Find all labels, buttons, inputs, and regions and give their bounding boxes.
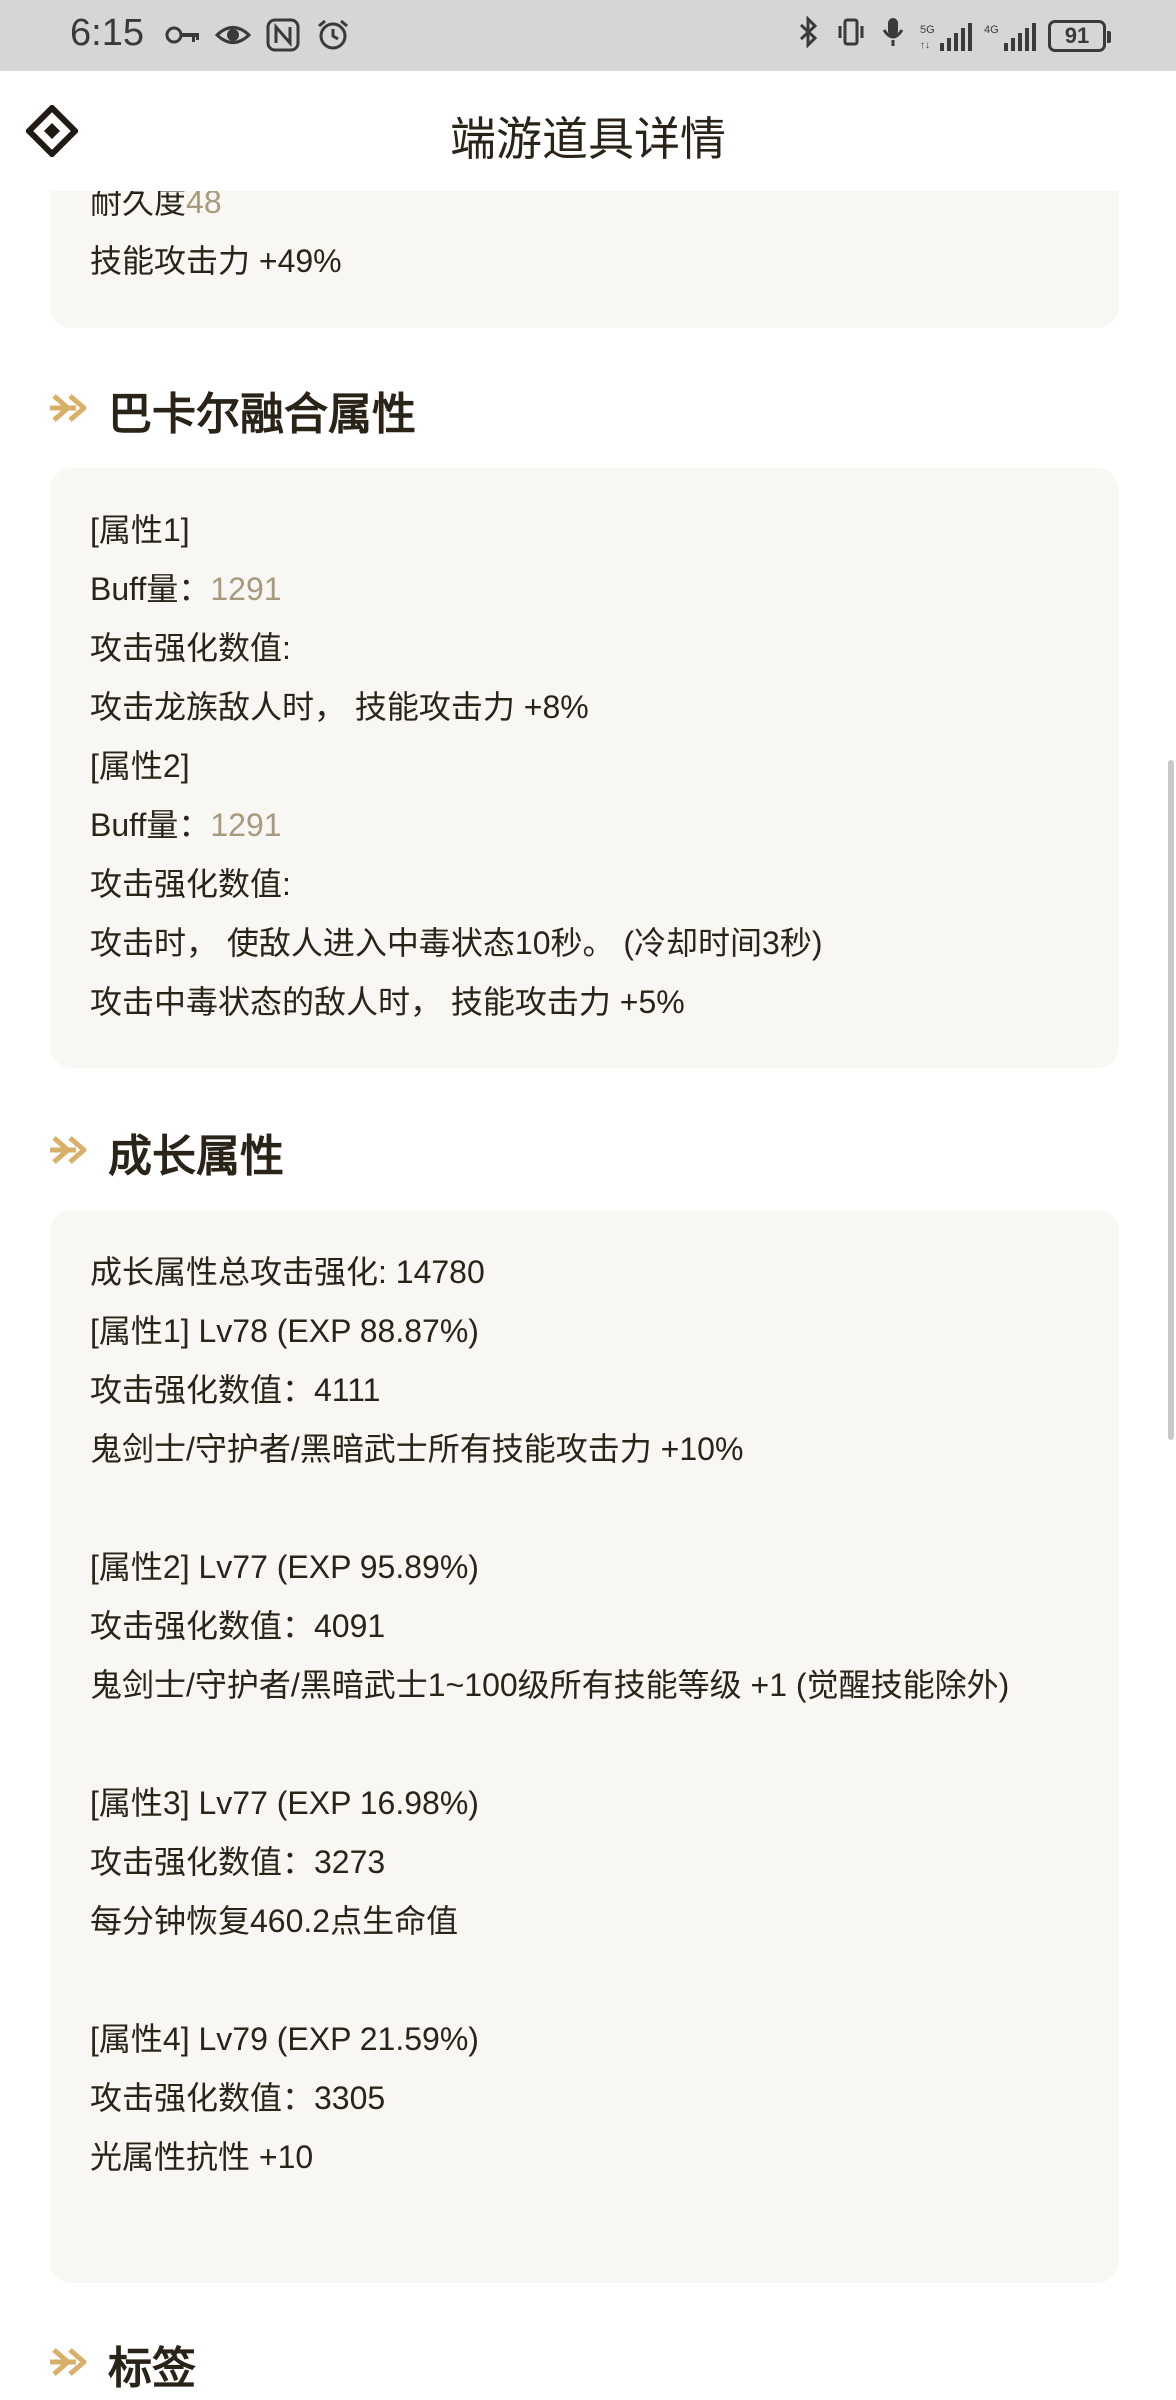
mic-icon (878, 16, 908, 55)
skill-attack-line: 技能攻击力 +49% (90, 243, 342, 279)
growth-attr3-effect: 每分钟恢复460.2点生命值 (90, 1903, 459, 1939)
fusion-atk2-desc1: 攻击时， 使敌人进入中毒状态10秒。 (冷却时间3秒) (90, 925, 823, 961)
scrollbar[interactable] (1168, 760, 1174, 1440)
section-tags-heading: 标签 (48, 2332, 196, 2396)
fusion-atk1-label: 攻击强化数值: (90, 630, 291, 666)
growth-attr2-value: 攻击强化数值：4091 (90, 1608, 386, 1644)
growth-attr4-value: 攻击强化数值：3305 (90, 2080, 386, 2116)
fusion-atk2-desc2: 攻击中毒状态的敌人时， 技能攻击力 +5% (90, 984, 685, 1020)
fusion-attributes-card: [属性1] Buff量：1291 攻击强化数值: 攻击龙族敌人时， 技能攻击力 … (50, 468, 1119, 1068)
vibrate-icon (836, 16, 866, 55)
fusion-buff1-line: Buff量：1291 (90, 560, 1079, 619)
nfc-icon (265, 18, 301, 52)
growth-attr1-effect: 鬼剑士/守护者/黑暗武士所有技能攻击力 +10% (90, 1431, 744, 1467)
status-left-icons (165, 18, 351, 52)
base-attributes-card: 耐久度48 技能攻击力 +49% (50, 170, 1119, 328)
bluetooth-icon (794, 15, 824, 55)
battery-indicator: 91 (1048, 19, 1111, 52)
growth-attr3-value: 攻击强化数值：3273 (90, 1844, 386, 1880)
fusion-atk1-desc: 攻击龙族敌人时， 技能攻击力 +8% (90, 689, 589, 725)
fusion-buff2-line: Buff量：1291 (90, 796, 1079, 855)
growth-total: 成长属性总攻击强化: 14780 (90, 1254, 485, 1290)
svg-text:5G: 5G (920, 24, 935, 36)
growth-attr3-header: [属性3] Lv77 (EXP 16.98%) (90, 1785, 479, 1821)
svg-text:4G: 4G (984, 24, 999, 36)
header-overlay: 端游道具详情 (0, 71, 1176, 191)
growth-attr2-header: [属性2] Lv77 (EXP 95.89%) (90, 1549, 479, 1585)
arrow-icon (48, 388, 94, 432)
arrow-icon (48, 1130, 94, 1174)
growth-attributes-card: 成长属性总攻击强化: 14780 [属性1] Lv78 (EXP 88.87%)… (50, 1210, 1119, 2283)
buff1-label: Buff量： (90, 571, 211, 607)
growth-attr1-header: [属性1] Lv78 (EXP 88.87%) (90, 1313, 479, 1349)
section-tags-title: 标签 (108, 2343, 196, 2394)
growth-attr4-header: [属性4] Lv79 (EXP 21.59%) (90, 2021, 479, 2057)
buff1-value: 1291 (210, 571, 282, 607)
fusion-attr2-header: [属性2] (90, 748, 190, 784)
section-growth-heading: 成长属性 (48, 1120, 284, 1184)
signal-5g-icon: 5G ↑↓ (920, 21, 972, 51)
header-title: 端游道具详情 (450, 112, 726, 166)
signal-4g-icon: 4G (984, 21, 1036, 51)
status-right-icons: 5G ↑↓ 4G 91 (794, 15, 1111, 55)
eye-icon (214, 18, 252, 52)
section-growth-title: 成长属性 (108, 1131, 284, 1182)
section-fusion-heading: 巴卡尔融合属性 (48, 378, 416, 442)
key-icon (165, 18, 201, 52)
growth-attr1-value: 攻击强化数值：4111 (90, 1372, 381, 1408)
fusion-attr1-header: [属性1] (90, 512, 190, 548)
arrow-icon (48, 2342, 94, 2386)
growth-attr2-effect: 鬼剑士/守护者/黑暗武士1~100级所有技能等级 +1 (觉醒技能除外) (90, 1667, 1010, 1703)
growth-attr4-effect: 光属性抗性 +10 (90, 2139, 314, 2175)
buff2-label: Buff量： (90, 807, 211, 843)
section-fusion-title: 巴卡尔融合属性 (108, 389, 416, 440)
status-time: 6:15 (70, 12, 144, 54)
svg-text:↑↓: ↑↓ (920, 40, 930, 51)
fusion-atk2-label: 攻击强化数值: (90, 866, 291, 902)
alarm-icon (315, 18, 351, 52)
buff2-value: 1291 (210, 807, 282, 843)
status-bar: 6:15 5G ↑↓ 4G 91 (0, 0, 1176, 71)
